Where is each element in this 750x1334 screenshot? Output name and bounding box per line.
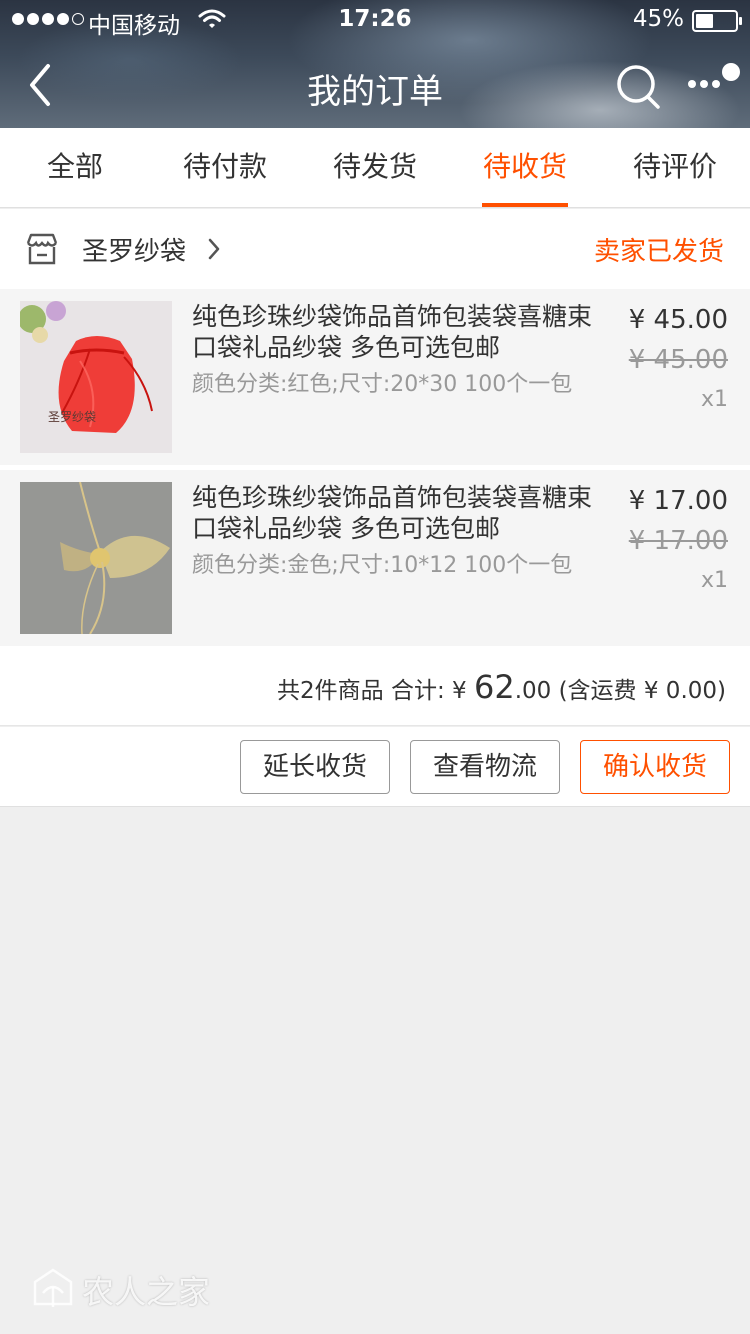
store-icon <box>26 233 58 265</box>
product-price: ¥ 45.00 <box>628 305 728 335</box>
product-title[interactable]: 纯色珍珠纱袋饰品首饰包装袋喜糖束口袋礼品纱袋 多色可选包邮 <box>192 301 592 363</box>
product-original-price: ¥ 45.00 <box>628 345 728 375</box>
tab-pending-review[interactable]: 待评价 <box>600 128 750 207</box>
more-dots-icon[interactable] <box>684 62 744 106</box>
total-amount-dec: .00 <box>514 678 552 704</box>
battery-percent: 45% <box>632 6 684 32</box>
product-title[interactable]: 纯色珍珠纱袋饰品首饰包装袋喜糖束口袋礼品纱袋 多色可选包邮 <box>192 482 592 544</box>
extend-receipt-button[interactable]: 延长收货 <box>240 740 390 794</box>
product-spec: 颜色分类:红色;尺寸:20*30 100个一包 <box>192 372 573 397</box>
watermark-text: 农人之家 <box>82 1273 211 1311</box>
watermark-logo-icon <box>33 1268 73 1307</box>
product-thumbnail[interactable] <box>20 482 172 634</box>
view-logistics-button[interactable]: 查看物流 <box>410 740 560 794</box>
product-original-price: ¥ 17.00 <box>628 526 728 556</box>
confirm-receipt-button[interactable]: 确认收货 <box>580 740 730 794</box>
thumbnail-label: 圣罗纱袋 <box>48 410 96 424</box>
order-item[interactable]: 纯色珍珠纱袋饰品首饰包装袋喜糖束口袋礼品纱袋 多色可选包邮 颜色分类:金色;尺寸… <box>0 470 750 646</box>
status-bar: 中国移动 17:26 45% <box>0 0 750 40</box>
watermark: 农人之家 <box>30 1266 210 1314</box>
product-price: ¥ 17.00 <box>628 486 728 516</box>
shop-header[interactable]: 圣罗纱袋 卖家已发货 <box>0 209 750 289</box>
order-total: 共2件商品 合计: ¥ 62.00 (含运费 ¥ 0.00) <box>0 646 750 726</box>
product-thumbnail[interactable]: 圣罗纱袋 <box>20 301 172 453</box>
order-item[interactable]: 圣罗纱袋 纯色珍珠纱袋饰品首饰包装袋喜糖束口袋礼品纱袋 多色可选包邮 颜色分类:… <box>0 289 750 465</box>
battery-icon <box>692 10 742 32</box>
chevron-right-icon <box>208 238 220 260</box>
total-summary: 共2件商品 合计: ¥ 62.00 (含运费 ¥ 0.00) <box>277 668 726 706</box>
battery-level <box>696 14 714 28</box>
product-quantity: x1 <box>700 387 728 412</box>
shipping-fee-text: (含运费 ¥ 0.00) <box>551 678 726 704</box>
search-icon[interactable] <box>612 60 664 112</box>
product-spec: 颜色分类:金色;尺寸:10*12 100个一包 <box>192 553 573 578</box>
order-tabs: 全部 待付款 待发货 待收货 待评价 <box>0 128 750 208</box>
order-status: 卖家已发货 <box>593 237 724 267</box>
total-amount-int: 62 <box>473 668 515 706</box>
product-quantity: x1 <box>700 568 728 593</box>
tab-pending-shipment[interactable]: 待发货 <box>300 128 450 207</box>
shop-name[interactable]: 圣罗纱袋 <box>82 231 186 268</box>
order-actions: 延长收货 查看物流 确认收货 <box>0 727 750 807</box>
tab-pending-payment[interactable]: 待付款 <box>150 128 300 207</box>
tab-pending-receipt[interactable]: 待收货 <box>450 128 600 207</box>
header: 中国移动 17:26 45% 我的订单 <box>0 0 750 128</box>
total-count-text: 共2件商品 合计: ¥ <box>277 678 474 704</box>
tab-all[interactable]: 全部 <box>0 128 150 207</box>
